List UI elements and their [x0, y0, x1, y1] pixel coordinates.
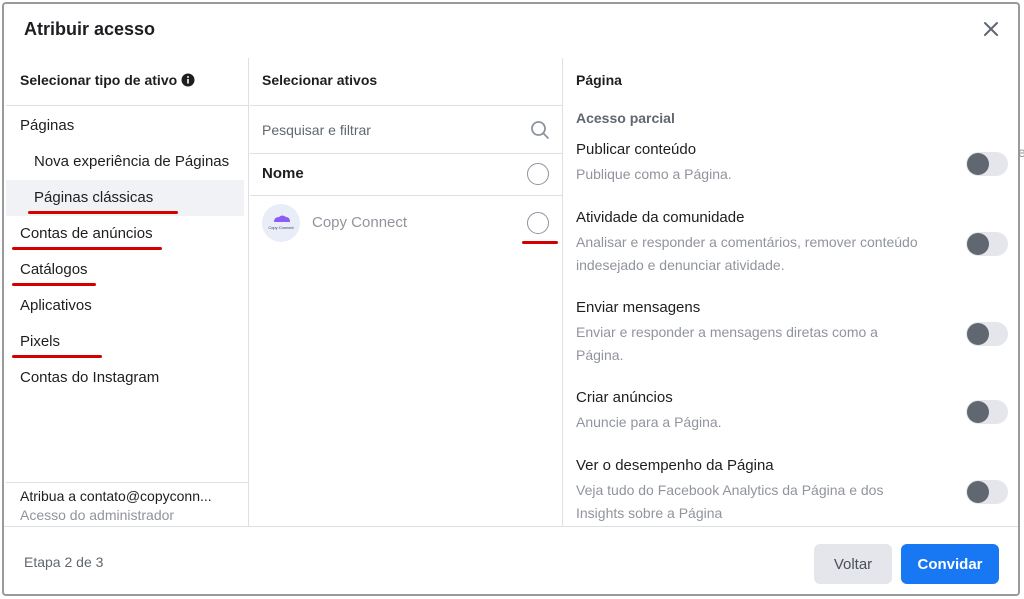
- back-button[interactable]: Voltar: [814, 544, 892, 584]
- asset-type-header: Selecionar tipo de ativo: [6, 58, 248, 106]
- toggle-knob: [967, 481, 989, 503]
- annotation-underline: [522, 241, 558, 244]
- permission-description: Analisar e responder a comentários, remo…: [576, 234, 918, 273]
- annotation-underline: [12, 283, 96, 286]
- asset-type-pages[interactable]: Páginas: [6, 108, 244, 144]
- close-icon: [984, 22, 998, 36]
- asset-type-pixels[interactable]: Pixels: [6, 324, 244, 360]
- permission-create-ads: Criar anúncios Anuncie para a Página.: [576, 388, 1008, 434]
- permissions-column: Página Acesso parcial Publicar conteúdo …: [564, 58, 1018, 526]
- permission-title: Ver o desempenho da Página: [576, 457, 774, 474]
- asset-type-classic-pages[interactable]: Páginas clássicas: [6, 180, 244, 216]
- permission-toggle[interactable]: [966, 480, 1008, 504]
- permission-description: Publique como a Página.: [576, 166, 732, 182]
- dialog-footer: Etapa 2 de 3 Voltar Convidar: [4, 526, 1018, 594]
- permissions-title: Página: [576, 72, 622, 88]
- asset-select-title: Selecionar ativos: [262, 72, 378, 88]
- asset-select-header: Selecionar ativos: [250, 58, 562, 106]
- permission-view-page-performance: Ver o desempenho da Página Veja tudo do …: [576, 456, 1008, 525]
- assign-access-dialog: Atribuir acesso Selecionar tipo de ativo: [2, 2, 1020, 596]
- asset-type-label: Contas de anúncios: [20, 225, 153, 242]
- asset-select-column: Selecionar ativos Nome: [250, 58, 563, 526]
- step-indicator: Etapa 2 de 3: [24, 554, 104, 570]
- asset-list-header: Nome: [250, 154, 562, 196]
- asset-type-apps[interactable]: Aplicativos: [6, 288, 244, 324]
- permission-description: Anuncie para a Página.: [576, 414, 722, 430]
- asset-type-ad-accounts[interactable]: Contas de anúncios: [6, 216, 244, 252]
- permission-description: Enviar e responder a mensagens diretas c…: [576, 324, 878, 363]
- asset-type-label: Nova experiência de Páginas: [34, 153, 230, 170]
- dialog-header: Atribuir acesso: [4, 4, 1018, 58]
- asset-type-label: Páginas clássicas: [34, 189, 154, 206]
- annotation-underline: [28, 211, 178, 214]
- toggle-knob: [967, 153, 989, 175]
- toggle-knob: [967, 323, 989, 345]
- permission-description: Veja tudo do Facebook Analytics da Págin…: [576, 482, 884, 521]
- asset-type-column: Selecionar tipo de ativo Páginas Nova ex…: [6, 58, 249, 526]
- asset-name: Copy Connect: [312, 214, 408, 231]
- invite-button[interactable]: Convidar: [901, 544, 999, 584]
- asset-type-label: Aplicativos: [20, 297, 92, 314]
- asset-type-catalogs[interactable]: Catálogos: [6, 252, 244, 288]
- asset-row[interactable]: Copy Connect Copy Connect: [250, 196, 562, 254]
- toggle-knob: [967, 401, 989, 423]
- asset-type-label: Páginas: [20, 117, 75, 134]
- permission-title: Enviar mensagens: [576, 299, 701, 316]
- search-bar: [250, 106, 562, 154]
- permission-toggle[interactable]: [966, 400, 1008, 424]
- permission-title: Publicar conteúdo: [576, 141, 697, 158]
- asset-avatar-text: Copy Connect: [268, 225, 294, 230]
- assignee-role: Acesso do administrador: [20, 507, 175, 523]
- search-input[interactable]: [262, 118, 522, 142]
- permission-send-messages: Enviar mensagens Enviar e responder a me…: [576, 298, 1008, 367]
- partial-access-label: Acesso parcial: [576, 110, 675, 126]
- permission-community-activity: Atividade da comunidade Analisar e respo…: [576, 208, 1008, 277]
- name-column-header: Nome: [262, 165, 304, 182]
- permission-toggle[interactable]: [966, 152, 1008, 176]
- asset-type-label: Catálogos: [20, 261, 88, 278]
- toggle-knob: [967, 233, 989, 255]
- asset-type-label: Contas do Instagram: [20, 369, 160, 386]
- search-icon[interactable]: [530, 120, 550, 140]
- permission-title: Atividade da comunidade: [576, 209, 745, 226]
- permission-toggle[interactable]: [966, 232, 1008, 256]
- permission-title: Criar anúncios: [576, 389, 673, 406]
- asset-avatar: Copy Connect: [262, 204, 300, 242]
- info-icon[interactable]: [181, 73, 195, 87]
- annotation-underline: [12, 355, 102, 358]
- asset-select-radio[interactable]: [527, 212, 549, 234]
- select-all-radio[interactable]: [527, 163, 549, 185]
- asset-type-label: Pixels: [20, 333, 61, 350]
- annotation-underline: [12, 247, 162, 250]
- asset-type-title: Selecionar tipo de ativo: [20, 72, 178, 88]
- dialog-title: Atribuir acesso: [24, 19, 156, 39]
- close-button[interactable]: [978, 16, 1004, 42]
- background-text-fragment: e: [1018, 144, 1024, 160]
- permission-publish-content: Publicar conteúdo Publique como a Página…: [576, 140, 1008, 186]
- assignee-email: Atribua a contato@copyconn...: [20, 488, 212, 504]
- asset-type-instagram-accounts[interactable]: Contas do Instagram: [6, 360, 244, 396]
- permission-toggle[interactable]: [966, 322, 1008, 346]
- assignee-summary: Atribua a contato@copyconn... Acesso do …: [6, 482, 248, 526]
- dialog-body: Selecionar tipo de ativo Páginas Nova ex…: [4, 58, 1018, 526]
- asset-type-new-pages-experience[interactable]: Nova experiência de Páginas: [6, 144, 244, 180]
